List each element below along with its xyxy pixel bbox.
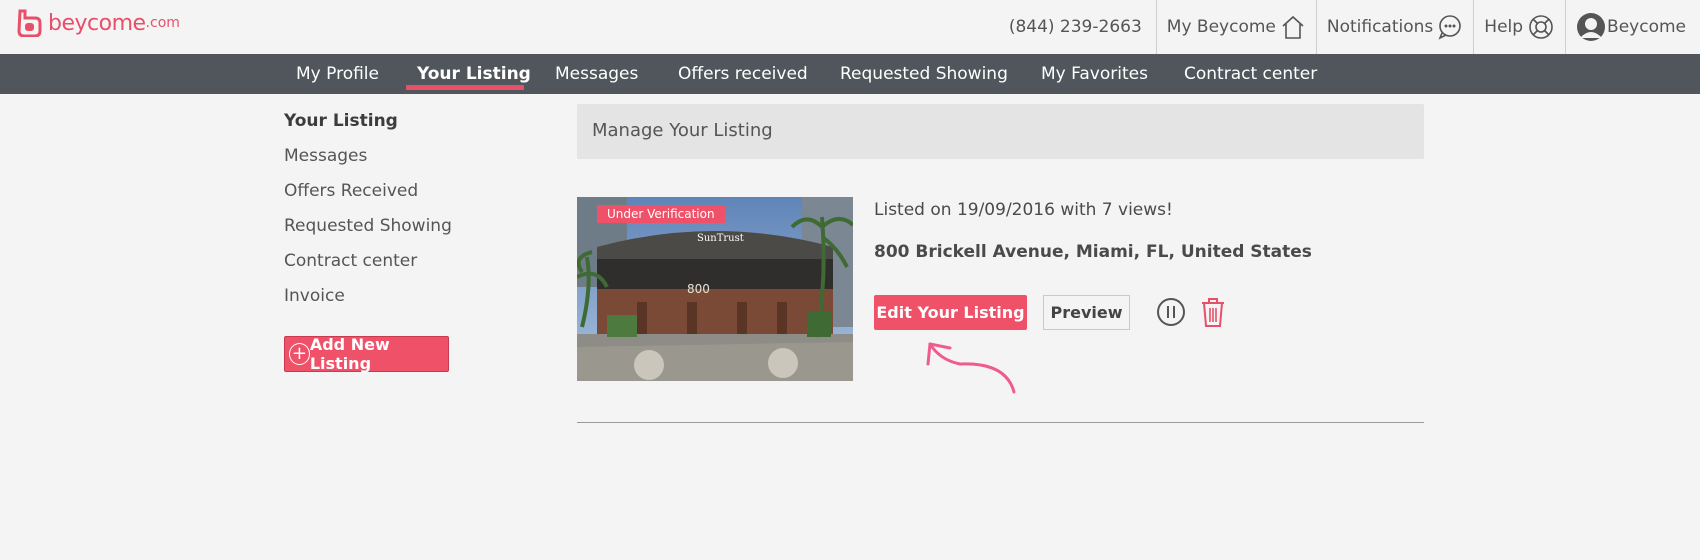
sidebar-item-invoice[interactable]: Invoice	[284, 286, 345, 306]
my-beycome-link[interactable]: My Beycome	[1155, 0, 1316, 54]
pause-icon[interactable]	[1156, 297, 1186, 327]
user-menu[interactable]: Beycome	[1565, 0, 1700, 54]
phone-label: (844) 239-2663	[1008, 17, 1142, 37]
help-link[interactable]: Help	[1473, 0, 1565, 54]
status-badge: Under Verification	[597, 205, 725, 223]
sidebar-item-your-listing[interactable]: Your Listing	[284, 111, 398, 131]
notifications-link[interactable]: Notifications	[1315, 0, 1473, 54]
trash-icon[interactable]	[1200, 297, 1226, 328]
manage-listing-header: Manage Your Listing	[577, 104, 1424, 159]
edit-listing-button[interactable]: Edit Your Listing	[874, 295, 1027, 330]
sidebar-item-offers-received[interactable]: Offers Received	[284, 181, 418, 201]
annotation-arrow-icon	[926, 342, 1016, 394]
logo-mark-icon	[17, 9, 42, 37]
logo-text: beycome	[48, 10, 146, 36]
main-nav: My Profile Your Listing Messages Offers …	[0, 54, 1700, 94]
chat-bubble-icon	[1437, 14, 1463, 40]
user-avatar-icon	[1576, 12, 1606, 42]
sidebar-item-messages[interactable]: Messages	[284, 146, 367, 166]
top-bar: beycome .com (844) 239-2663 My Beycome No…	[0, 0, 1700, 54]
listing-photo[interactable]: SunTrust 800 Under Verification	[577, 197, 853, 381]
building-photo: SunTrust 800	[577, 197, 853, 381]
plus-circle-icon: +	[289, 343, 310, 365]
add-new-listing-button[interactable]: + Add New Listing	[284, 335, 449, 373]
user-name: Beycome	[1607, 17, 1686, 37]
listing-address[interactable]: 800 Brickell Avenue, Miami, FL, United S…	[874, 242, 1312, 262]
sidebar-item-contract-center[interactable]: Contract center	[284, 251, 417, 271]
tab-contract-center[interactable]: Contract center	[1184, 54, 1317, 94]
listing-views-text: Listed on 19/09/2016 with 7 views!	[874, 200, 1173, 220]
beycome-logo[interactable]: beycome .com	[16, 9, 180, 37]
sidebar-item-requested-showing[interactable]: Requested Showing	[284, 216, 452, 236]
tab-offers-received[interactable]: Offers received	[678, 54, 808, 94]
logo-domain: .com	[145, 15, 180, 31]
add-new-listing-label: Add New Listing	[309, 335, 390, 373]
tab-messages[interactable]: Messages	[555, 54, 638, 94]
my-beycome-label: My Beycome	[1166, 17, 1276, 37]
home-icon	[1280, 14, 1306, 40]
notifications-label: Notifications	[1326, 17, 1434, 37]
help-label: Help	[1484, 17, 1524, 37]
building-number-text: 800	[687, 282, 710, 296]
tab-my-profile[interactable]: My Profile	[296, 54, 379, 94]
tab-my-favorites[interactable]: My Favorites	[1041, 54, 1148, 94]
page-title: Manage Your Listing	[592, 120, 773, 141]
content-divider	[577, 422, 1424, 423]
tab-requested-showing[interactable]: Requested Showing	[840, 54, 1008, 94]
lifebuoy-icon	[1527, 13, 1555, 41]
active-tab-indicator	[406, 85, 524, 90]
phone-number[interactable]: (844) 239-2663	[999, 0, 1156, 54]
preview-button[interactable]: Preview	[1043, 295, 1130, 330]
building-sign-text: SunTrust	[697, 233, 744, 244]
